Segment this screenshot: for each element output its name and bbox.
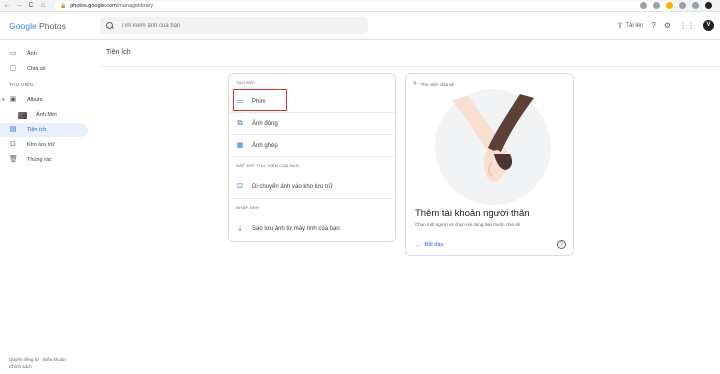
forward-icon[interactable]: → bbox=[14, 2, 24, 9]
library-section-label: THƯ VIỆN bbox=[9, 82, 33, 87]
item-label: Di chuyển ảnh vào kho lưu trữ bbox=[252, 183, 333, 190]
policy-link[interactable]: Chính sách bbox=[9, 364, 32, 369]
url-host: photos.google.com bbox=[70, 3, 117, 9]
archive-icon: ⊡ bbox=[237, 182, 243, 190]
sidebar-item-label: Tiện ích bbox=[27, 127, 47, 133]
sidebar-item-label: Album bbox=[27, 97, 43, 103]
browser-toolbar: ← → C ⌂ 🔒 photos.google.com/managelibrar… bbox=[0, 0, 720, 12]
lock-icon: 🔒 bbox=[60, 3, 67, 9]
item-label: Sao lưu ảnh từ máy tính của bạn bbox=[252, 225, 340, 232]
photo-icon: ▭ bbox=[9, 50, 17, 57]
card-heading: Thêm tài khoản người thân bbox=[415, 208, 530, 219]
sidebar-item-utilities[interactable]: ▤ Tiện ích bbox=[0, 123, 88, 137]
section-label-organize: SẮP XẾP THƯ VIỆN CỦA BẠN bbox=[236, 163, 300, 168]
upload-label: Tải lên bbox=[625, 22, 644, 29]
gear-icon[interactable]: ⚙ bbox=[664, 21, 671, 30]
section-label-create: TẠO MỚI bbox=[236, 80, 256, 85]
page-title: Tiện ích bbox=[106, 49, 131, 56]
star-icon[interactable] bbox=[653, 2, 660, 9]
holding-hands-illustration bbox=[435, 89, 551, 205]
search-input[interactable] bbox=[121, 22, 351, 29]
divider bbox=[229, 156, 395, 157]
section-label-import: NHẬP ẢNH bbox=[236, 205, 259, 210]
sidebar-item-label: Ảnh Mới bbox=[36, 112, 57, 118]
sidebar-item-label: Thùng rác bbox=[27, 157, 52, 163]
sidebar-item-label: Kho lưu trữ bbox=[27, 142, 55, 148]
create-animation-item[interactable]: ⧉ Ảnh động bbox=[229, 113, 395, 134]
search-icon[interactable] bbox=[106, 21, 114, 30]
extension-icon[interactable] bbox=[640, 2, 647, 9]
profile-icon[interactable] bbox=[705, 2, 712, 9]
trash-icon: 🗑 bbox=[9, 156, 18, 163]
footer-links: Quyền riêng tư · Điều khoản Chính sách bbox=[9, 356, 66, 370]
suggestion-label: ⚲ Thư viện chia sẻ bbox=[413, 81, 454, 87]
suggestion-label-text: Thư viện chia sẻ bbox=[420, 81, 454, 87]
divider bbox=[229, 198, 395, 199]
home-icon[interactable]: ⌂ bbox=[38, 2, 48, 9]
apps-grid-icon[interactable]: ⋮⋮ bbox=[679, 21, 695, 30]
chat-icon: ▢ bbox=[9, 65, 17, 72]
caret-down-icon[interactable]: ▾ bbox=[2, 97, 5, 103]
extension-icon[interactable] bbox=[666, 2, 673, 9]
search-bar[interactable] bbox=[100, 17, 368, 34]
partner-sharing-card: ⚲ Thư viện chia sẻ Thêm tài khoản người … bbox=[405, 73, 574, 256]
arrow-right-icon: → bbox=[415, 242, 421, 248]
get-started-label: Bắt đầu bbox=[424, 242, 444, 248]
sidebar-item-photos[interactable]: ▭ Ảnh bbox=[0, 47, 88, 61]
utilities-icon: ▤ bbox=[9, 126, 17, 133]
album-thumbnail bbox=[18, 111, 27, 119]
footer-separator: · bbox=[40, 357, 42, 362]
upload-icon: ⇪ bbox=[616, 21, 624, 30]
sidebar-item-sharing[interactable]: ▢ Chia sẻ bbox=[0, 62, 88, 76]
puzzle-icon[interactable] bbox=[692, 2, 699, 9]
download-icon: ⤓ bbox=[238, 224, 242, 232]
header-actions: ⇪ Tải lên ? ⚙ ⋮⋮ V bbox=[617, 20, 714, 31]
item-label: Ảnh ghép bbox=[252, 142, 278, 149]
divider bbox=[100, 66, 720, 67]
sidebar-item-album[interactable]: ▾ ▣ Album bbox=[0, 93, 88, 107]
extension-icon[interactable] bbox=[679, 2, 686, 9]
privacy-link[interactable]: Quyền riêng tư bbox=[9, 357, 39, 362]
reload-icon[interactable]: C bbox=[26, 2, 36, 9]
app-header: GooglePhotos ⇪ Tải lên ? ⚙ ⋮⋮ V bbox=[0, 12, 720, 40]
sidebar-item-trash[interactable]: 🗑 Thùng rác bbox=[0, 153, 88, 167]
sidebar: ▭ Ảnh ▢ Chia sẻ THƯ VIỆN ▾ ▣ Album Ảnh M… bbox=[0, 40, 96, 374]
help-icon[interactable]: ? bbox=[651, 21, 655, 30]
lightbulb-icon: ⚲ bbox=[413, 81, 417, 87]
item-label: Ảnh động bbox=[252, 120, 278, 127]
card-subtext: Chọn một người và chọn nội dung bạn muốn… bbox=[415, 222, 521, 227]
archive-icon: ⊡ bbox=[10, 141, 16, 148]
logo-product: Photos bbox=[39, 21, 67, 31]
sidebar-item-new-photos[interactable]: Ảnh Mới bbox=[0, 108, 88, 122]
help-icon[interactable]: ? bbox=[557, 240, 566, 249]
album-icon: ▣ bbox=[9, 96, 17, 103]
animation-icon: ⧉ bbox=[237, 119, 243, 127]
get-started-link[interactable]: → Bắt đầu bbox=[415, 242, 443, 248]
avatar[interactable]: V bbox=[703, 20, 714, 31]
sidebar-item-label: Chia sẻ bbox=[27, 66, 46, 72]
google-photos-logo[interactable]: Google Photos bbox=[9, 21, 66, 31]
extension-area bbox=[640, 2, 712, 9]
address-bar[interactable]: 🔒 photos.google.com/managelibrary bbox=[54, 1, 674, 11]
terms-link[interactable]: Điều khoản bbox=[43, 357, 66, 362]
logo-word: Google bbox=[9, 21, 38, 31]
url-path: /managelibrary bbox=[116, 3, 154, 9]
collage-icon: ▦ bbox=[236, 141, 244, 149]
move-to-archive-item[interactable]: ⊡ Di chuyển ảnh vào kho lưu trữ bbox=[229, 176, 395, 197]
back-icon[interactable]: ← bbox=[2, 2, 12, 9]
sidebar-item-label: Ảnh bbox=[27, 51, 37, 57]
backup-from-computer-item[interactable]: ⤓ Sao lưu ảnh từ máy tính của bạn bbox=[229, 218, 395, 239]
upload-button[interactable]: ⇪ Tải lên bbox=[617, 21, 644, 30]
highlight-box bbox=[233, 89, 287, 111]
create-collage-item[interactable]: ▦ Ảnh ghép bbox=[229, 135, 395, 156]
sidebar-item-archive[interactable]: ⊡ Kho lưu trữ bbox=[0, 138, 88, 152]
